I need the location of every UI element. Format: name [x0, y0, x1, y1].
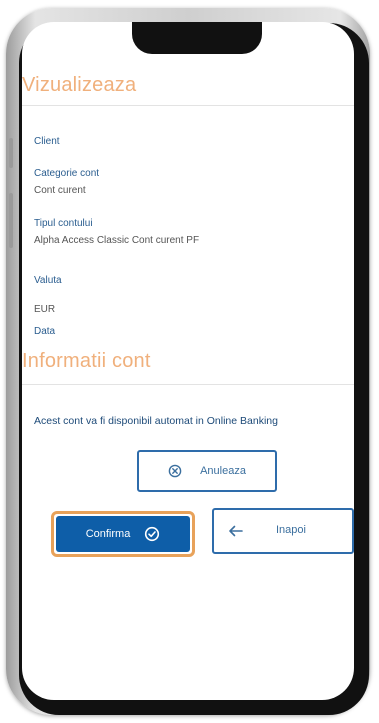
field-label-client: Client	[34, 136, 60, 147]
phone-side-button	[9, 138, 13, 168]
back-button-label: Inapoi	[276, 524, 306, 536]
divider	[22, 105, 354, 106]
circle-check-icon	[144, 526, 160, 542]
cancel-button[interactable]: Anuleaza	[137, 450, 277, 492]
confirm-button[interactable]: Confirma	[56, 516, 190, 552]
phone-side-button	[9, 193, 13, 248]
confirm-button-label: Confirma	[85, 528, 131, 540]
arrow-left-icon	[228, 523, 244, 539]
back-button[interactable]: Inapoi	[212, 508, 354, 554]
phone-notch	[132, 22, 262, 54]
field-label-account-category: Categorie cont	[34, 168, 100, 179]
field-label-account-type: Tipul contului	[34, 218, 93, 229]
divider	[22, 384, 354, 385]
field-value-account-category: Cont curent	[34, 185, 86, 196]
phone-screen: Vizualizeaza Client Categorie cont Cont …	[22, 22, 354, 700]
field-value-account-type: Alpha Access Classic Cont curent PF	[34, 235, 200, 246]
circle-x-icon	[168, 464, 182, 478]
cancel-button-label: Anuleaza	[200, 465, 246, 477]
field-label-currency: Valuta	[34, 275, 62, 286]
page-title: Vizualizeaza	[22, 74, 137, 96]
field-label-date: Data	[34, 326, 56, 337]
field-value-currency: EUR	[34, 304, 56, 315]
info-notice: Acest cont va fi disponibil automat in O…	[34, 415, 278, 427]
section-title-account-info: Informatii cont	[22, 350, 151, 372]
